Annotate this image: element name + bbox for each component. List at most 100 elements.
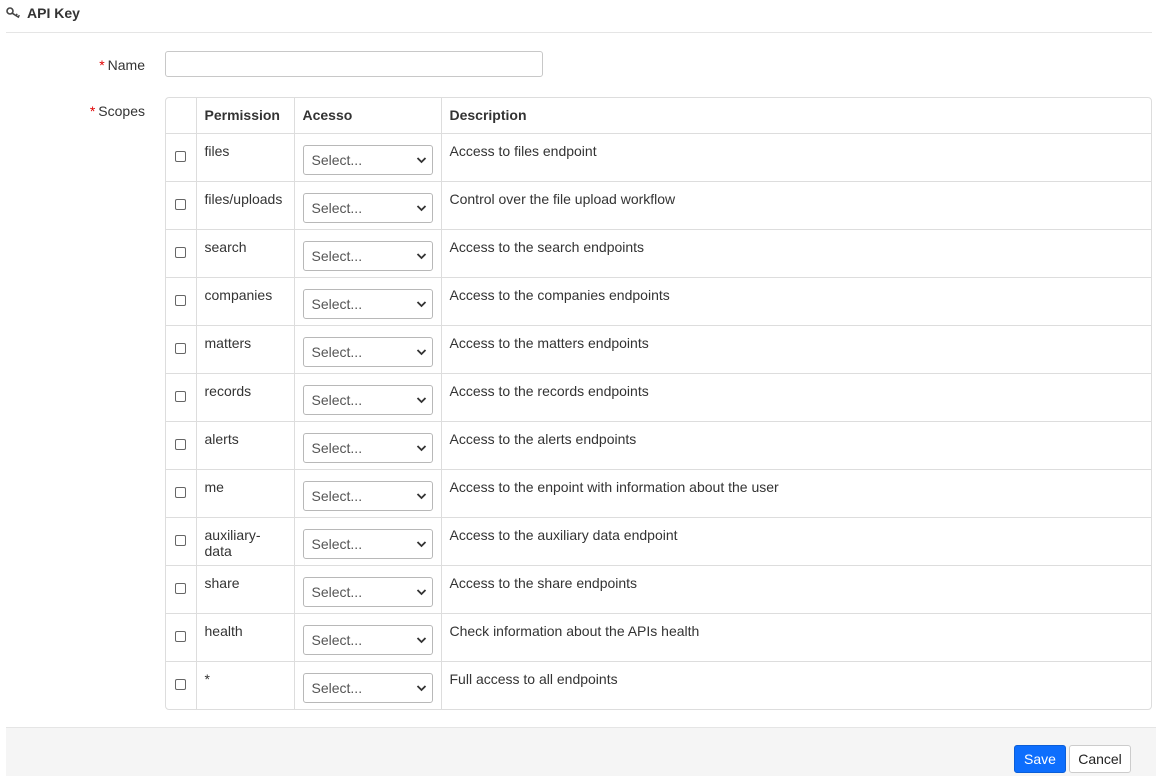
- access-cell: Select...: [294, 469, 442, 518]
- description-cell: Access to the enpoint with information a…: [441, 469, 1151, 518]
- chevron-down-icon: [416, 300, 426, 307]
- access-select[interactable]: Select...: [302, 624, 433, 655]
- page-title: API Key: [27, 5, 80, 21]
- description-cell: Access to the matters endpoints: [441, 325, 1151, 374]
- permission-cell: files: [196, 133, 295, 182]
- row-checkbox[interactable]: [175, 535, 187, 546]
- chevron-down-icon: [416, 588, 426, 595]
- table-row: alerts Select... Access to the alerts endp…: [166, 421, 1151, 470]
- access-select-value: Select...: [311, 535, 363, 552]
- access-select[interactable]: Select...: [302, 192, 433, 223]
- table-row: companies Select... Access to the companie…: [166, 277, 1151, 326]
- description-cell: Full access to all endpoints: [449, 670, 618, 687]
- access-select-value: Select...: [311, 343, 363, 360]
- row-checkbox-cell: [166, 517, 197, 566]
- access-cell: Select...: [294, 517, 442, 566]
- row-checkbox[interactable]: [175, 391, 187, 402]
- chevron-down-icon: [416, 348, 426, 355]
- access-cell: Select...: [294, 229, 442, 278]
- row-checkbox[interactable]: [175, 631, 187, 642]
- permission-cell: search: [196, 229, 295, 278]
- row-checkbox-cell: [166, 469, 197, 518]
- chevron-down-icon: [416, 204, 426, 211]
- table-row: files/uploads Select... Control over the f…: [166, 181, 1151, 230]
- permission-cell: alerts: [196, 421, 295, 470]
- page-header: API Key: [6, 0, 1152, 33]
- access-select-value: Select...: [311, 631, 363, 648]
- access-select[interactable]: Select...: [302, 576, 433, 607]
- access-select-value: Select...: [311, 583, 363, 600]
- permission-cell: *: [196, 661, 295, 709]
- chevron-down-icon: [416, 492, 426, 499]
- row-checkbox-cell: [166, 325, 197, 374]
- access-select[interactable]: Select...: [302, 336, 433, 367]
- description-cell: Access to the alerts endpoints: [441, 421, 1151, 470]
- scopes-label-text: Scopes: [98, 103, 145, 119]
- row-checkbox[interactable]: [175, 295, 187, 306]
- row-checkbox[interactable]: [175, 199, 187, 210]
- row-checkbox-cell: [166, 373, 197, 422]
- form-footer: Save Cancel: [6, 727, 1156, 776]
- chevron-down-icon: [416, 444, 426, 451]
- name-input[interactable]: [165, 51, 543, 77]
- description-cell: Access to the share endpoints: [441, 565, 1151, 614]
- row-checkbox[interactable]: [175, 439, 187, 450]
- access-cell: Select...: [294, 613, 442, 662]
- access-cell: Select...: [294, 565, 442, 614]
- chevron-down-icon: [416, 684, 426, 691]
- access-select-value: Select...: [311, 151, 363, 168]
- access-select[interactable]: Select...: [302, 432, 433, 463]
- permission-cell: records: [196, 373, 295, 422]
- row-checkbox[interactable]: [175, 247, 187, 258]
- access-cell: Select...: [294, 373, 442, 422]
- row-checkbox[interactable]: [175, 343, 187, 354]
- permission-cell: companies: [196, 277, 295, 326]
- chevron-down-icon: [416, 396, 426, 403]
- table-row: me Select... Access to the enpoint with in…: [166, 469, 1151, 518]
- access-cell: Select...: [294, 421, 442, 470]
- row-checkbox[interactable]: [175, 583, 187, 594]
- description-cell: Control over the file upload workflow: [441, 181, 1151, 230]
- access-select[interactable]: Select...: [302, 528, 433, 559]
- access-select-value: Select...: [311, 391, 363, 408]
- row-checkbox[interactable]: [175, 679, 187, 691]
- required-mark: *: [89, 103, 96, 119]
- description-cell: Access to the search endpoints: [441, 229, 1151, 278]
- column-header-description: Description: [441, 98, 1151, 134]
- access-select-value: Select...: [311, 247, 363, 264]
- chevron-down-icon: [416, 156, 426, 163]
- access-select[interactable]: Select...: [302, 384, 433, 415]
- name-label-text: Name: [107, 57, 145, 73]
- table-row: matters Select... Access to the matters en…: [166, 325, 1151, 374]
- row-checkbox-cell: [166, 133, 197, 182]
- permission-cell: me: [196, 469, 295, 518]
- access-cell: Select...: [294, 661, 442, 709]
- row-checkbox-cell: [166, 181, 197, 230]
- table-row: share Select... Access to the share endpoi…: [166, 565, 1151, 614]
- permission-cell: files/uploads: [196, 181, 295, 230]
- row-checkbox-cell: [166, 277, 197, 326]
- table-row: files Select... Access to files endpoint: [166, 133, 1151, 182]
- column-header-select: [166, 98, 197, 134]
- access-select[interactable]: Select...: [302, 288, 433, 319]
- description-cell: Access to the auxiliary data endpoint: [441, 517, 1151, 566]
- cancel-button[interactable]: Cancel: [1069, 745, 1131, 773]
- description-cell: Check information about the APIs health: [441, 613, 1151, 662]
- access-select[interactable]: Select...: [302, 240, 433, 271]
- row-checkbox-cell: [166, 613, 197, 662]
- access-select[interactable]: Select...: [302, 144, 433, 175]
- table-row: * Select... Full access to all endpoints: [166, 661, 1151, 709]
- access-select[interactable]: Select...: [302, 480, 433, 511]
- access-cell: Select...: [294, 133, 442, 182]
- scopes-table: Permission Acesso Description files Selec…: [165, 97, 1152, 710]
- chevron-down-icon: [416, 636, 426, 643]
- access-select[interactable]: Select...: [302, 672, 433, 703]
- row-checkbox[interactable]: [175, 487, 187, 498]
- api-key-page: API Key * Name * Scopes Permission Acesso …: [0, 0, 1156, 776]
- row-checkbox[interactable]: [175, 151, 187, 162]
- table-row: search Select... Access to the search endp…: [166, 229, 1151, 278]
- permission-cell: matters: [196, 325, 295, 374]
- row-checkbox-cell: [166, 229, 197, 278]
- save-button[interactable]: Save: [1014, 745, 1066, 773]
- name-label: * Name: [40, 57, 145, 73]
